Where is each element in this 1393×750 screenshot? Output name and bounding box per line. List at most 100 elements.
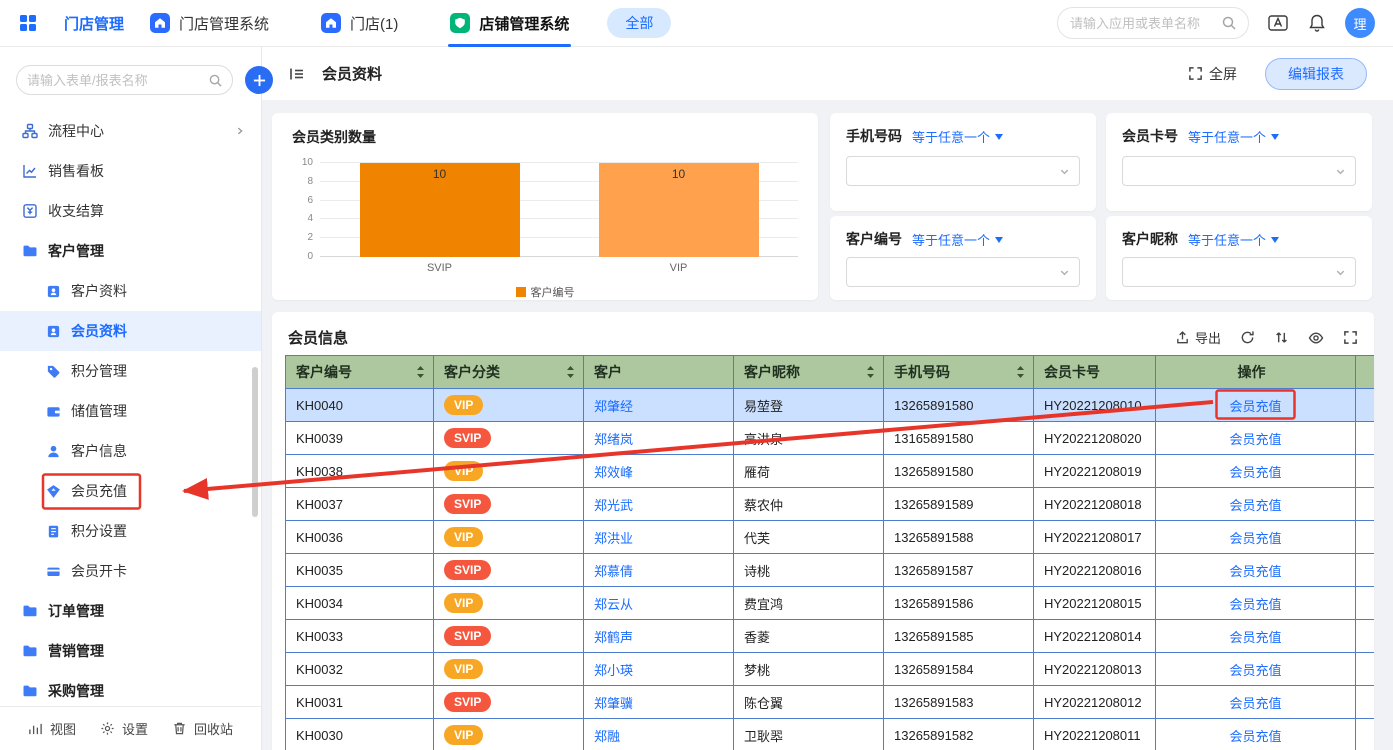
member-recharge-link[interactable]: 会员充值 — [1229, 693, 1281, 712]
views-button[interactable]: 视图 — [28, 719, 76, 738]
customer-link[interactable]: 郑融 — [594, 726, 620, 745]
filter-operator-dropdown[interactable]: 等于任意一个 — [1188, 127, 1279, 146]
form-search-input[interactable] — [27, 73, 203, 88]
category-badge: SVIP — [444, 560, 491, 580]
member-recharge-link[interactable]: 会员充值 — [1229, 396, 1281, 415]
cell-nickname: 香菱 — [734, 620, 884, 653]
table-fullscreen-button[interactable] — [1343, 330, 1358, 345]
sidebar-item-member-card-open[interactable]: 会员开卡 — [0, 551, 261, 591]
card-number-filter-select[interactable] — [1122, 156, 1356, 186]
member-recharge-link[interactable]: 会员充值 — [1229, 561, 1281, 580]
customer-link[interactable]: 郑绪岚 — [594, 429, 633, 448]
app-grid-icon[interactable] — [18, 13, 38, 33]
gear-icon — [100, 721, 115, 736]
add-form-button[interactable] — [245, 66, 273, 94]
edit-report-button[interactable]: 编辑报表 — [1265, 58, 1367, 90]
recycle-bin-button[interactable]: 回收站 — [172, 719, 233, 738]
col-header-customer-category[interactable]: 客户分类 — [434, 356, 584, 389]
customer-link[interactable]: 郑肇经 — [594, 396, 633, 415]
cell-member-card: HY20221208020 — [1034, 422, 1156, 455]
customer-link[interactable]: 郑慕倩 — [594, 561, 633, 580]
cell-phone: 13265891580 — [884, 455, 1034, 488]
refresh-button[interactable] — [1240, 330, 1255, 345]
sidebar-item-process-center[interactable]: 流程中心 — [0, 111, 261, 151]
cell-extra — [1356, 488, 1374, 521]
sidebar-item-customer-management[interactable]: 客户管理 — [0, 231, 261, 271]
x-tick-label: SVIP — [360, 262, 520, 274]
member-recharge-link[interactable]: 会员充值 — [1229, 495, 1281, 514]
category-badge: SVIP — [444, 494, 491, 514]
workspace-name[interactable]: 门店管理 — [64, 13, 124, 34]
all-apps-pill[interactable]: 全部 — [607, 8, 671, 38]
sidebar-item-sales-dashboard[interactable]: 销售看板 — [0, 151, 261, 191]
col-header-customer-id[interactable]: 客户编号 — [286, 356, 434, 389]
tab-store-management-system[interactable]: 门店管理系统 — [150, 0, 269, 47]
settings-button[interactable]: 设置 — [100, 719, 148, 738]
filter-operator-dropdown[interactable]: 等于任意一个 — [912, 127, 1003, 146]
sidebar-item-purchase-management[interactable]: 采购管理 — [0, 671, 261, 711]
collapse-sidebar-icon[interactable] — [288, 65, 306, 83]
app-search-input[interactable] — [1070, 16, 1216, 31]
cell-extra — [1356, 554, 1374, 587]
user-avatar[interactable]: 理 — [1345, 8, 1375, 38]
member-recharge-link[interactable]: 会员充值 — [1229, 726, 1281, 745]
cell-extra — [1356, 719, 1374, 750]
table-row: KH0036 VIP 郑洪业 代芙 13265891588 HY20221208… — [286, 521, 1374, 554]
customer-link[interactable]: 郑效峰 — [594, 462, 633, 481]
sidebar-item-customer-info[interactable]: 客户信息 — [0, 431, 261, 471]
sidebar-item-stored-value[interactable]: 储值管理 — [0, 391, 261, 431]
cell-extra — [1356, 455, 1374, 488]
visibility-eye-button[interactable] — [1308, 330, 1324, 346]
cell-customer-id: KH0037 — [286, 488, 434, 521]
export-button[interactable]: 导出 — [1175, 328, 1221, 347]
member-recharge-link[interactable]: 会员充值 — [1229, 660, 1281, 679]
member-recharge-link[interactable]: 会员充值 — [1229, 429, 1281, 448]
form-search-box[interactable] — [16, 65, 233, 95]
cell-customer: 郑肇经 — [584, 389, 734, 422]
cell-phone: 13265891587 — [884, 554, 1034, 587]
sidebar-item-order-management[interactable]: 订单管理 — [0, 591, 261, 631]
customer-link[interactable]: 郑肇骥 — [594, 693, 633, 712]
customer-link[interactable]: 郑光武 — [594, 495, 633, 514]
tab-label: 门店(1) — [350, 13, 398, 34]
member-recharge-link[interactable]: 会员充值 — [1229, 462, 1281, 481]
language-icon[interactable] — [1267, 12, 1289, 34]
sidebar-item-member-recharge[interactable]: 会员充值 — [0, 471, 261, 511]
tab-shop-management-system[interactable]: 店铺管理系统 — [450, 0, 569, 47]
sidebar-item-marketing-management[interactable]: 营销管理 — [0, 631, 261, 671]
customer-link[interactable]: 郑鹤声 — [594, 627, 633, 646]
filter-operator-dropdown[interactable]: 等于任意一个 — [1188, 230, 1279, 249]
cell-extra — [1356, 686, 1374, 719]
notification-bell-icon[interactable] — [1307, 13, 1327, 33]
member-recharge-link[interactable]: 会员充值 — [1229, 528, 1281, 547]
cell-member-card: HY20221208013 — [1034, 653, 1156, 686]
app-search-box[interactable] — [1057, 7, 1249, 39]
cell-customer-category: VIP — [434, 455, 584, 488]
sidebar-item-points-settings[interactable]: 积分设置 — [0, 511, 261, 551]
filter-label: 会员卡号 — [1122, 126, 1178, 146]
customer-link[interactable]: 郑洪业 — [594, 528, 633, 547]
sidebar-item-customer-profile[interactable]: 客户资料 — [0, 271, 261, 311]
member-recharge-link[interactable]: 会员充值 — [1229, 627, 1281, 646]
sidebar-item-income-expense[interactable]: 收支结算 — [0, 191, 261, 231]
fullscreen-button[interactable]: 全屏 — [1188, 64, 1237, 84]
customer-id-filter-select[interactable] — [846, 257, 1080, 287]
sidebar-item-points-management[interactable]: 积分管理 — [0, 351, 261, 391]
filter-operator-dropdown[interactable]: 等于任意一个 — [912, 230, 1003, 249]
col-header-phone[interactable]: 手机号码 — [884, 356, 1034, 389]
phone-filter-select[interactable] — [846, 156, 1080, 186]
customer-link[interactable]: 郑云从 — [594, 594, 633, 613]
col-header-actions: 操作 — [1156, 356, 1356, 389]
cell-nickname: 梦桃 — [734, 653, 884, 686]
nickname-filter-select[interactable] — [1122, 257, 1356, 287]
tab-store-1[interactable]: 门店(1) — [321, 0, 398, 47]
member-recharge-link[interactable]: 会员充值 — [1229, 594, 1281, 613]
cell-extra — [1356, 422, 1374, 455]
sort-button[interactable] — [1274, 330, 1289, 345]
sidebar-scrollbar[interactable] — [252, 367, 258, 517]
col-header-nickname[interactable]: 客户昵称 — [734, 356, 884, 389]
cell-extra — [1356, 521, 1374, 554]
cell-customer-category: VIP — [434, 389, 584, 422]
sidebar-item-member-profile[interactable]: 会员资料 — [0, 311, 261, 351]
customer-link[interactable]: 郑小瑛 — [594, 660, 633, 679]
